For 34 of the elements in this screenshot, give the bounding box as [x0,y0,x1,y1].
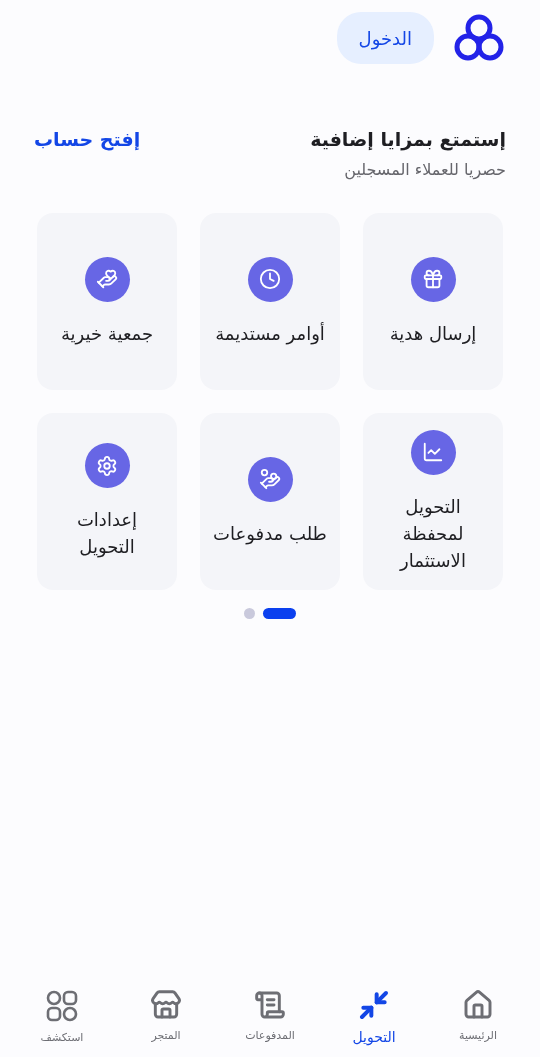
grid-icon [45,989,79,1023]
service-card[interactable]: جمعية خيرية [37,213,177,390]
service-card[interactable]: إرسال هدية [363,213,503,390]
service-label: إرسال هدية [389,321,477,346]
service-card[interactable]: طلب مدفوعات [200,413,340,590]
nav-tab[interactable]: المتجر [121,989,211,1045]
service-card[interactable]: أوامر مستديمة [200,213,340,390]
service-label: أوامر مستديمة [215,321,325,347]
gift-icon [422,268,444,290]
service-card[interactable]: التحويل لمحفظة الاستثمار [363,413,503,590]
promo-title: إستمتع بمزايا إضافية [310,128,506,150]
receipt-icon [254,989,286,1021]
promo-subtitle: حصريا للعملاء المسجلين [343,160,506,179]
service-card[interactable]: إعدادات التحويل [37,413,177,590]
nav-tab[interactable]: الرئيسية [433,989,523,1045]
chart-icon [422,441,444,463]
settings-icon [96,454,118,477]
hand-heart-icon [96,268,118,290]
logo-icon [454,13,504,63]
open-account-link[interactable]: إفتح حساب [34,128,141,150]
service-label: التحويل لمحفظة الاستثمار [398,494,467,573]
nav-tab[interactable]: المدفوعات [225,989,315,1045]
service-label: جمعية خيرية [60,321,154,347]
pager-dot[interactable] [244,608,255,619]
arrows-icon [358,989,390,1021]
store-icon [150,989,182,1021]
login-button[interactable]: الدخول [336,12,434,64]
nav-tab[interactable]: استكشف [17,989,107,1045]
nav-tab[interactable]: التحويل [329,989,419,1045]
clock-icon [259,268,281,290]
home-icon [462,989,494,1021]
service-label: طلب مدفوعات [213,521,327,547]
service-label: إعدادات التحويل [75,508,139,560]
hand-coins-icon [259,468,281,490]
